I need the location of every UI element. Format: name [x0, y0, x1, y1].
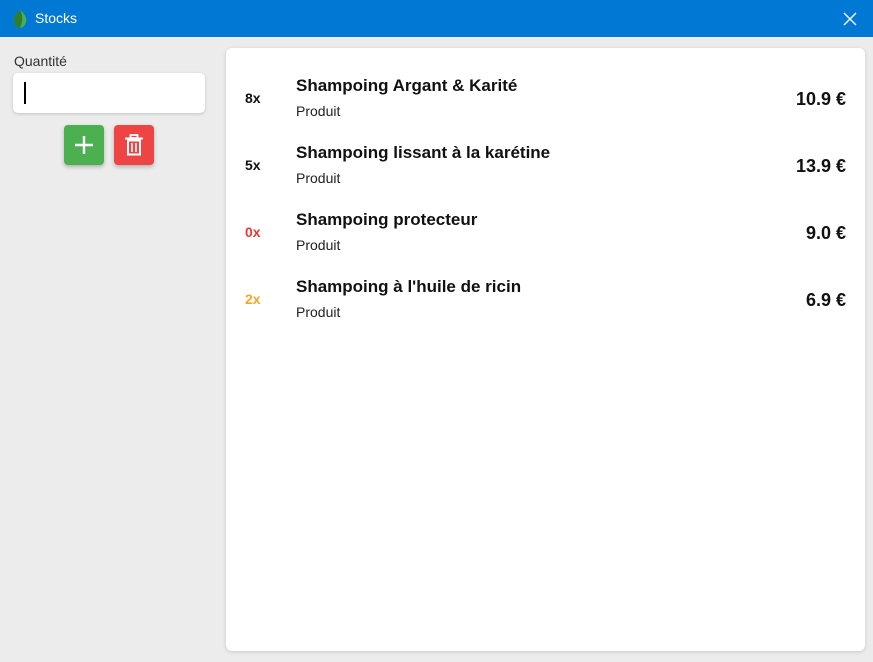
- product-quantity: 8x: [245, 90, 261, 106]
- leaf-icon: [13, 10, 27, 28]
- product-price: 10.9 €: [795, 89, 846, 109]
- product-price: 9.0 €: [805, 223, 846, 243]
- close-button[interactable]: [827, 0, 873, 37]
- close-icon: [843, 12, 857, 25]
- product-type: Produit: [296, 170, 341, 186]
- product-quantity: 2x: [245, 291, 261, 307]
- app-window: Stocks Quantité 8x Shampoing Argant & Ka…: [0, 0, 873, 662]
- product-list: 8x Shampoing Argant & Karité Produit 10.…: [226, 48, 865, 651]
- product-type: Produit: [296, 237, 341, 253]
- product-type: Produit: [296, 103, 341, 119]
- product-type: Produit: [296, 304, 341, 320]
- product-price: 13.9 €: [795, 156, 846, 176]
- trash-icon: [125, 134, 143, 156]
- product-row[interactable]: 0x Shampoing protecteur Produit 9.0 €: [226, 193, 865, 260]
- add-button[interactable]: [64, 125, 104, 165]
- product-name: Shampoing protecteur: [296, 210, 478, 229]
- quantity-input[interactable]: [13, 73, 205, 113]
- product-row[interactable]: 2x Shampoing à l'huile de ricin Produit …: [226, 260, 865, 327]
- quantity-label: Quantité: [14, 53, 67, 69]
- product-name: Shampoing à l'huile de ricin: [296, 277, 522, 296]
- product-name: Shampoing Argant & Karité: [296, 76, 518, 95]
- delete-button[interactable]: [114, 125, 154, 165]
- product-quantity: 0x: [245, 224, 261, 240]
- product-row[interactable]: 5x Shampoing lissant à la karétine Produ…: [226, 126, 865, 193]
- text-caret: [24, 82, 26, 104]
- product-row[interactable]: 8x Shampoing Argant & Karité Produit 10.…: [226, 59, 865, 126]
- product-price: 6.9 €: [805, 290, 846, 310]
- title-bar: Stocks: [0, 0, 873, 37]
- product-quantity: 5x: [245, 157, 261, 173]
- plus-icon: [75, 136, 93, 154]
- window-title: Stocks: [35, 10, 78, 26]
- product-name: Shampoing lissant à la karétine: [296, 143, 551, 162]
